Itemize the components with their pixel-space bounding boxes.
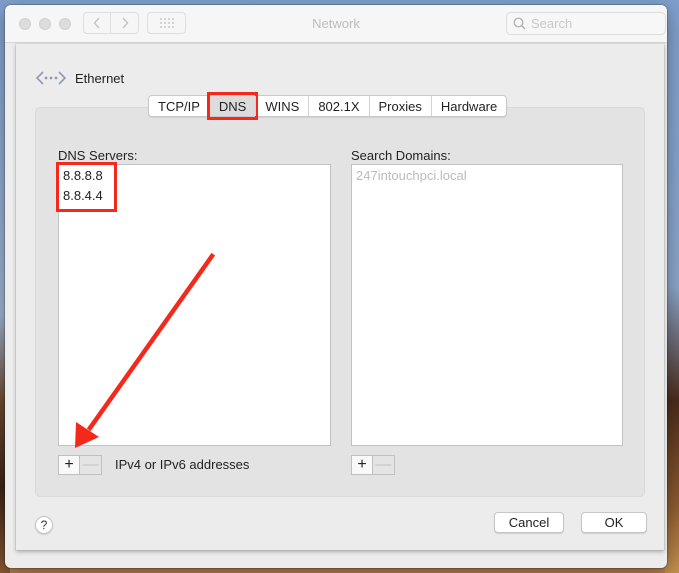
cancel-button[interactable]: Cancel [494,512,564,533]
search-domain-placeholder: 247intouchpci.local [356,168,467,183]
domains-add-remove-control: + — [351,455,395,475]
dns-address-hint: IPv4 or IPv6 addresses [115,457,250,472]
tab-dns[interactable]: DNS [206,92,259,120]
ethernet-icon [35,71,67,85]
tab-wins[interactable]: WINS [255,96,308,116]
add-dns-server-button[interactable]: + [58,455,80,475]
tab-tcpip[interactable]: TCP/IP [149,96,209,116]
search-icon [513,17,526,30]
add-search-domain-button[interactable]: + [351,455,373,475]
search-domains-label: Search Domains: [351,148,451,163]
title-bar: Network [5,5,667,43]
tab-8021x[interactable]: 802.1X [308,96,368,116]
tab-hardware[interactable]: Hardware [430,96,506,116]
search-domains-list[interactable]: 247intouchpci.local [351,164,623,446]
dns-add-remove-control: + — [58,455,102,475]
dns-servers-label: DNS Servers: [58,148,138,163]
interface-header: Ethernet [35,70,124,86]
network-preferences-window: Network Ethernet TCP/IP DNS WINS 802.1X … [5,5,667,568]
ok-button[interactable]: OK [581,512,647,533]
search-field[interactable] [506,12,666,35]
search-input[interactable] [531,16,661,31]
interface-name: Ethernet [75,70,125,86]
remove-search-domain-button[interactable]: — [373,455,395,475]
tab-bar: TCP/IP DNS WINS 802.1X Proxies Hardware [148,92,508,120]
dns-entries-highlight-annotation [56,162,117,212]
advanced-settings-sheet: Ethernet TCP/IP DNS WINS 802.1X Proxies … [16,44,664,550]
remove-dns-server-button[interactable]: — [80,455,102,475]
tab-proxies[interactable]: Proxies [368,96,431,116]
desktop-background-right [665,0,679,573]
help-button[interactable]: ? [35,516,53,534]
